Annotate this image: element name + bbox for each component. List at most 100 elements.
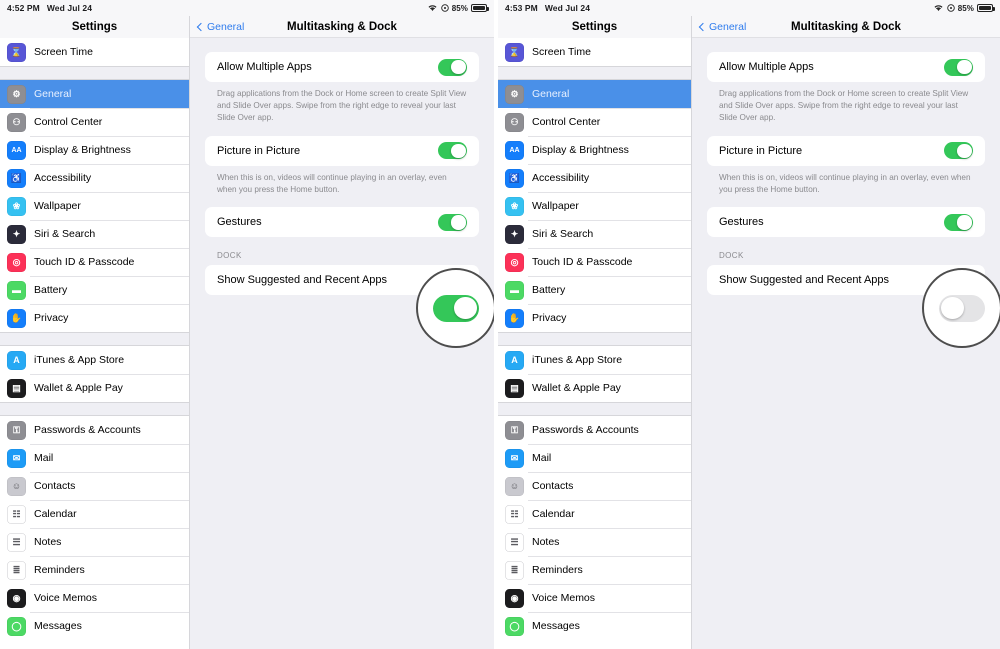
gestures-toggle[interactable] <box>944 213 973 231</box>
sidebar-item-battery[interactable]: ▬ Battery <box>0 276 189 304</box>
mail-icon: ✉ <box>7 448 26 468</box>
row-allow-multiple-apps[interactable]: Allow Multiple Apps <box>707 52 985 82</box>
app-store-icon: A <box>7 350 26 370</box>
hint-picture-in-picture: When this is on, videos will continue pl… <box>719 172 971 194</box>
wifi-icon <box>934 5 943 11</box>
wallet-icon: ▤ <box>7 378 26 398</box>
sidebar-item-privacy[interactable]: ✋ Privacy <box>0 304 189 332</box>
hourglass-icon: ⌛ <box>505 42 524 62</box>
sidebar-item-wallpaper[interactable]: ❀ Wallpaper <box>498 192 691 220</box>
battery-icon: ▬ <box>7 280 26 300</box>
sidebar-item-contacts[interactable]: ☺ Contacts <box>0 472 189 500</box>
show-suggested-recent-apps-toggle[interactable] <box>939 294 985 322</box>
battery-icon <box>977 4 995 12</box>
sidebar-item-label: Calendar <box>34 508 77 520</box>
row-allow-multiple-apps[interactable]: Allow Multiple Apps <box>205 52 479 82</box>
dock-section-header: DOCK <box>217 251 242 261</box>
status-bar-right: 4:53 PM Wed Jul 24 85% <box>498 0 1000 16</box>
sidebar-item-general[interactable]: ⚙ General <box>498 80 691 108</box>
sidebar-item-battery[interactable]: ▬ Battery <box>498 276 691 304</box>
sidebar-item-privacy[interactable]: ✋ Privacy <box>498 304 691 332</box>
sidebar-group-separator <box>0 66 189 80</box>
sidebar-item-label: Screen Time <box>532 46 591 58</box>
sidebar-item-reminders[interactable]: ≣ Reminders <box>0 556 189 584</box>
status-time: 4:52 PM <box>7 3 40 13</box>
sidebar-item-general[interactable]: ⚙ General <box>0 80 189 108</box>
sidebar-item-touch-id-passcode[interactable]: ◎ Touch ID & Passcode <box>498 248 691 276</box>
back-button[interactable]: General <box>698 20 747 33</box>
siri-icon: ✦ <box>7 224 26 244</box>
back-label: General <box>709 20 747 33</box>
calendar-icon: ☷ <box>7 504 26 524</box>
sidebar-item-label: Passwords & Accounts <box>532 424 639 436</box>
chevron-left-icon <box>196 22 206 31</box>
sidebar-item-itunes-app-store[interactable]: AiTunes & App Store <box>0 346 189 374</box>
sidebar-item-label: Accessibility <box>532 172 590 184</box>
allow-multiple-apps-toggle[interactable] <box>944 58 973 76</box>
row-picture-in-picture[interactable]: Picture in Picture <box>205 135 479 166</box>
sidebar-item-wallpaper[interactable]: ❀ Wallpaper <box>0 192 189 220</box>
sidebar-item-display-brightness[interactable]: AA Display & Brightness <box>0 136 189 164</box>
gestures-toggle[interactable] <box>438 213 467 231</box>
sidebar-item-label: Voice Memos <box>532 592 596 604</box>
sidebar-item-label: Messages <box>532 620 580 632</box>
sidebar-item-wallet-apple-pay[interactable]: ▤ Wallet & Apple Pay <box>498 374 691 402</box>
sidebar-item-label: Reminders <box>532 564 583 576</box>
sidebar-item-notes[interactable]: ☰ Notes <box>498 528 691 556</box>
sidebar-item-touch-id-passcode[interactable]: ◎ Touch ID & Passcode <box>0 248 189 276</box>
accessibility-icon: ♿ <box>505 168 524 188</box>
sidebar-item-label: Wallpaper <box>34 200 81 212</box>
sidebar-item-accessibility[interactable]: ♿ Accessibility <box>498 164 691 192</box>
sidebar-item-display-brightness[interactable]: AA Display & Brightness <box>498 136 691 164</box>
sidebar-item-messages[interactable]: ◯ Messages <box>0 612 189 640</box>
row-label: Show Suggested and Recent Apps <box>217 274 388 287</box>
annotation-circle-left <box>416 268 494 348</box>
rotation-lock-icon <box>946 4 955 12</box>
dock-section-header: DOCK <box>719 251 744 261</box>
nav-bar-left: General Multitasking & Dock <box>190 16 494 38</box>
sidebar-item-itunes-app-store[interactable]: AiTunes & App Store <box>498 346 691 374</box>
status-bar-left: 4:52 PM Wed Jul 24 85% <box>0 0 494 16</box>
sidebar-item-contacts[interactable]: ☺ Contacts <box>498 472 691 500</box>
sidebar-item-wallet-apple-pay[interactable]: ▤ Wallet & Apple Pay <box>0 374 189 402</box>
sidebar-item-label: Mail <box>34 452 54 464</box>
sidebar-item-notes[interactable]: ☰ Notes <box>0 528 189 556</box>
sidebar-item-control-center[interactable]: ⚇ Control Center <box>498 108 691 136</box>
sidebar-item-passwords-accounts[interactable]: ⚿ Passwords & Accounts <box>0 416 189 444</box>
sidebar-item-mail[interactable]: ✉ Mail <box>498 444 691 472</box>
show-suggested-recent-apps-toggle[interactable] <box>433 294 479 322</box>
sidebar-item-screen-time[interactable]: ⌛ Screen Time <box>0 38 189 66</box>
sidebar-item-calendar[interactable]: ☷ Calendar <box>498 500 691 528</box>
sidebar-item-voice-memos[interactable]: ◉ Voice Memos <box>0 584 189 612</box>
settings-sidebar-right[interactable]: Settings ⌛ Screen Time ⚙ General ⚇ Control Ce… <box>498 16 692 649</box>
sidebar-item-mail[interactable]: ✉ Mail <box>0 444 189 472</box>
sidebar-item-accessibility[interactable]: ♿ Accessibility <box>0 164 189 192</box>
chevron-left-icon <box>698 22 708 31</box>
sidebar-item-screen-time[interactable]: ⌛ Screen Time <box>498 38 691 66</box>
settings-sidebar-left[interactable]: Settings ⌛ Screen Time ⚙ General ⚇ Control Ce… <box>0 16 190 649</box>
sidebar-item-reminders[interactable]: ≣ Reminders <box>498 556 691 584</box>
detail-pane-left: General Multitasking & Dock Allow Multip… <box>190 16 494 649</box>
sidebar-item-siri-search[interactable]: ✦ Siri & Search <box>0 220 189 248</box>
sidebar-item-passwords-accounts[interactable]: ⚿ Passwords & Accounts <box>498 416 691 444</box>
picture-in-picture-toggle[interactable] <box>438 142 467 160</box>
row-gestures[interactable]: Gestures <box>205 207 479 238</box>
sidebar-item-control-center[interactable]: ⚇ Control Center <box>0 108 189 136</box>
back-button[interactable]: General <box>196 20 245 33</box>
sidebar-item-messages[interactable]: ◯ Messages <box>498 612 691 640</box>
row-picture-in-picture[interactable]: Picture in Picture <box>707 135 985 166</box>
sidebar-scroll[interactable]: ⌛ Screen Time ⚙ General ⚇ Control Center AA Dis… <box>498 38 691 649</box>
sidebar-item-label: Wallet & Apple Pay <box>34 382 123 394</box>
sidebar-item-calendar[interactable]: ☷ Calendar <box>0 500 189 528</box>
picture-in-picture-toggle[interactable] <box>944 142 973 160</box>
sidebar-item-label: Reminders <box>34 564 85 576</box>
back-label: General <box>207 20 245 33</box>
sidebar-scroll[interactable]: ⌛ Screen Time ⚙ General ⚇ Control Center AA Dis… <box>0 38 189 649</box>
key-icon: ⚿ <box>7 420 26 440</box>
allow-multiple-apps-toggle[interactable] <box>438 58 467 76</box>
accessibility-icon: ♿ <box>7 168 26 188</box>
sidebar-item-siri-search[interactable]: ✦ Siri & Search <box>498 220 691 248</box>
row-label: Picture in Picture <box>217 144 301 157</box>
row-gestures[interactable]: Gestures <box>707 207 985 238</box>
sidebar-item-voice-memos[interactable]: ◉ Voice Memos <box>498 584 691 612</box>
